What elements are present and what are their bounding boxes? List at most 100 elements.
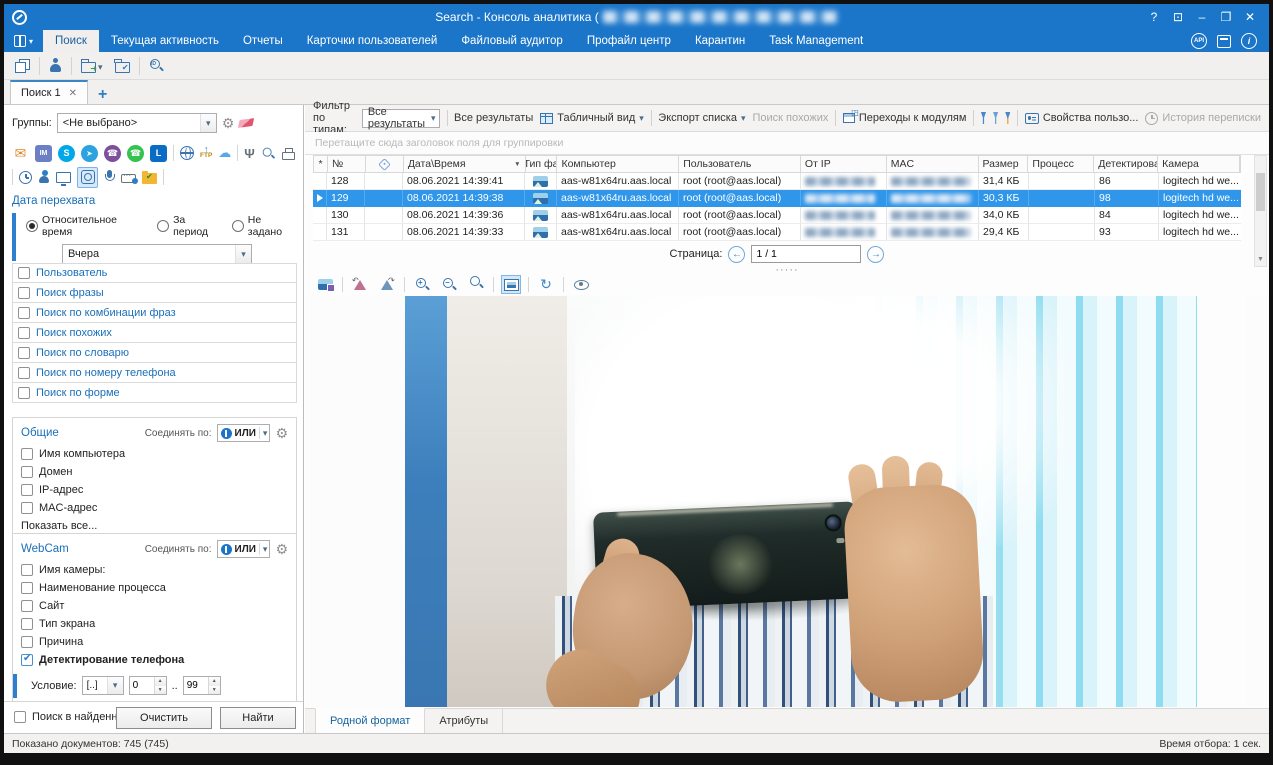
filter-section-phone-number[interactable]: Поиск по номеру телефона [12,363,297,383]
prev-page-icon[interactable]: ← [728,246,745,263]
spin-up-icon[interactable]: ▲ [209,677,220,686]
chevron-down-icon[interactable] [200,114,216,132]
header-tag[interactable] [366,156,404,172]
pin-icon[interactable]: ⊡ [1167,7,1189,27]
tab-user-cards[interactable]: Карточки пользователей [295,30,450,52]
api-icon[interactable]: API [1191,33,1207,49]
radio-not-set[interactable] [232,220,244,232]
header-num[interactable]: № [328,156,366,172]
filter-section-phrase-combo[interactable]: Поиск по комбинации фраз [12,303,297,323]
filter-section-dictionary[interactable]: Поиск по словарю [12,343,297,363]
header-process[interactable]: Процесс [1028,156,1094,172]
condition-to-stepper[interactable]: ▲▼ [183,676,221,695]
header-marker[interactable]: * [314,156,328,172]
http-channel-icon[interactable] [180,146,194,160]
table-scrollbar[interactable]: ▼ [1254,155,1267,267]
ftp-channel-icon[interactable]: FTP [200,147,212,159]
fit-window-button[interactable] [501,275,521,294]
monitor-channel-icon[interactable] [56,172,71,183]
gear-icon[interactable] [222,115,235,132]
checkbox[interactable] [21,618,33,630]
maximize-icon[interactable]: ❐ [1215,7,1237,27]
condition-from-stepper[interactable]: ▲▼ [129,676,167,695]
new-tab-button[interactable]: + [88,86,117,104]
checkbox[interactable] [21,564,33,576]
checkbox[interactable] [18,387,30,399]
chevron-down-icon[interactable] [235,245,251,263]
telegram-channel-icon[interactable]: ➤ [81,145,98,162]
checkbox[interactable] [21,448,33,460]
tab-quarantine[interactable]: Карантин [683,30,757,52]
tab-reports[interactable]: Отчеты [231,30,295,52]
checkbox[interactable] [18,347,30,359]
funnel-clear-icon[interactable] [993,112,998,124]
checkbox[interactable] [14,711,26,723]
webcam-channel-selected[interactable] [77,167,98,188]
refresh-button[interactable] [536,275,556,294]
filter-section-user[interactable]: Пользователь [12,263,297,283]
device-search-icon[interactable] [262,146,276,160]
tab-search[interactable]: Поиск [43,30,99,52]
tab-current-activity[interactable]: Текущая активность [99,30,231,52]
funnel-icon[interactable] [981,112,986,124]
checkbox[interactable] [21,600,33,612]
filter-section-form[interactable]: Поиск по форме [12,383,297,403]
gear-icon[interactable] [275,541,288,558]
webcam-reason[interactable]: Причина [21,636,288,648]
save-image-button[interactable] [315,275,335,294]
mail-channel-icon[interactable]: ✉ [12,145,29,162]
webcam-site[interactable]: Сайт [21,600,288,612]
user-activity-channel-icon[interactable] [38,170,50,184]
header-detected[interactable]: Детектирова [1094,156,1158,172]
spin-down-icon[interactable]: ▼ [155,686,166,695]
folder-export-button[interactable] [78,55,106,77]
table-row[interactable]: 131 08.06.2021 14:39:33 aas-w81x64ru.aas… [313,224,1241,241]
filter-by-type-select[interactable]: Все результаты [362,109,440,128]
tab-attributes[interactable]: Атрибуты [425,709,503,733]
printer-channel-icon[interactable] [282,152,295,160]
filter-section-phrase[interactable]: Поиск фразы [12,283,297,303]
chevron-down-icon[interactable] [259,427,268,439]
chevron-down-icon[interactable] [107,677,123,694]
show-all-link[interactable]: Показать все... [21,520,288,532]
clear-button[interactable]: Очистить [116,707,212,729]
checkbox[interactable] [21,466,33,478]
scrollbar-thumb[interactable] [1256,173,1265,211]
rotate-left-button[interactable] [350,275,370,294]
checkbox[interactable] [21,582,33,594]
user-properties-button[interactable]: Свойства пользо... [1025,112,1139,124]
checkbox[interactable] [18,367,30,379]
common-mac-address[interactable]: MAC-адрес [21,502,288,514]
keyboard-channel-icon[interactable] [121,174,136,183]
splitter-handle[interactable] [305,267,1269,274]
viber-channel-icon[interactable]: ☎ [104,145,121,162]
next-page-icon[interactable]: → [867,246,884,263]
condition-operator-select[interactable]: [..] [82,676,124,695]
app-menu-button[interactable]: ▾ [4,30,43,52]
history-button[interactable]: История переписки [1145,112,1261,125]
help-icon[interactable]: ? [1143,7,1165,27]
cloud-channel-icon[interactable]: ☁ [218,145,231,161]
checkbox[interactable] [18,287,30,299]
tab-native-format[interactable]: Родной формат [315,708,425,733]
spin-down-icon[interactable]: ▼ [209,686,220,695]
join-operator-select[interactable]: ИЛИ [217,424,271,442]
table-row[interactable]: 128 08.06.2021 14:39:41 aas-w81x64ru.aas… [313,173,1241,190]
header-from-ip[interactable]: От IP [801,156,887,172]
header-size[interactable]: Размер [979,156,1029,172]
webcam-phone-detection[interactable]: Детектирование телефона [21,654,288,666]
header-user[interactable]: Пользователь [679,156,801,172]
header-datetime[interactable]: Дата\Время [404,156,526,172]
spin-up-icon[interactable]: ▲ [155,677,166,686]
table-row[interactable]: 130 08.06.2021 14:39:36 aas-w81x64ru.aas… [313,207,1241,224]
group-by-bar[interactable]: Перетащите сюда заголовок поля для групп… [305,132,1269,155]
packages-icon[interactable] [1217,35,1231,48]
search-similar-button[interactable]: Поиск похожих [752,112,828,124]
header-computer[interactable]: Компьютер [557,156,679,172]
radio-period[interactable] [157,220,169,232]
lync-channel-icon[interactable]: L [150,145,167,162]
close-tab-icon[interactable]: ✕ [69,88,77,99]
checkbox[interactable] [21,502,33,514]
find-button[interactable]: Найти [220,707,296,729]
common-ip-address[interactable]: IP-адрес [21,484,288,496]
